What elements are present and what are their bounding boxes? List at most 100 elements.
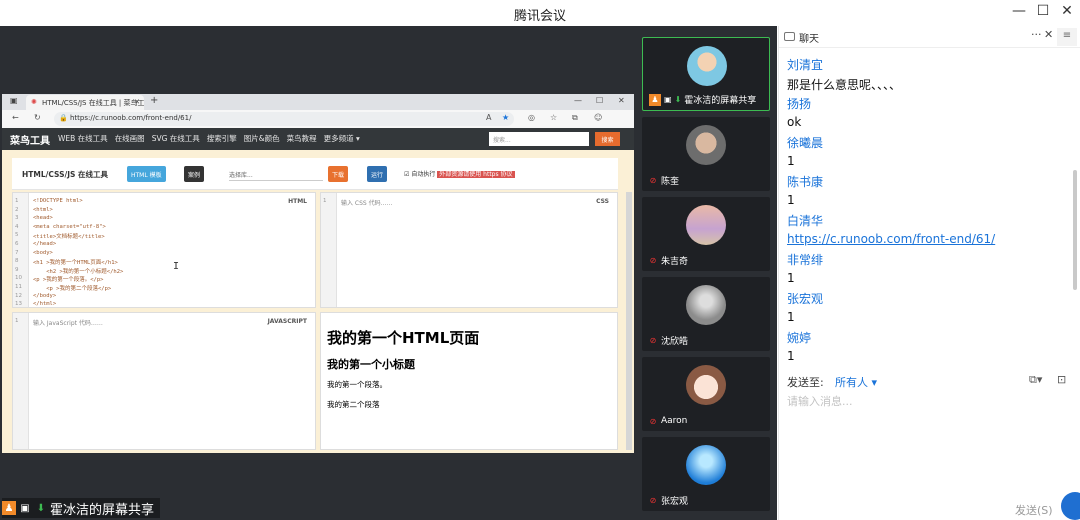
browser-maximize-icon[interactable]: ☐ [596,96,603,105]
chat-message-text: 1 [787,270,795,285]
menu-icon[interactable]: ≡ [1057,28,1077,46]
participant-tile[interactable]: ⊘ 陈奎 [642,117,770,191]
nav-item[interactable]: SVG 在线工具 [152,133,200,144]
preview-heading-1: 我的第一个HTML页面 [327,329,480,347]
line-number: 3 [15,215,19,222]
send-button[interactable]: 发送(S) [1015,502,1053,518]
line-number: 1 [15,318,19,324]
screenshot-icon[interactable]: ⊡ [1057,373,1066,386]
participant-scrollbar[interactable] [773,26,777,520]
html-editor[interactable]: HTML I 1 <!DOCTYPE html> 2 <html> 3 <head> 4 <m… [12,192,316,308]
participant-tile[interactable]: ♟ ▣ ⬇ 霍冰洁的屏幕共享 [642,37,770,111]
maximize-button[interactable]: ☐ [1033,3,1053,19]
browser-close-icon[interactable]: ✕ [618,96,625,105]
refresh-icon[interactable]: ↻ [34,113,41,122]
read-aloud-icon[interactable]: A [486,113,491,122]
nav-item[interactable]: 在线画图 [115,133,145,144]
participant-avatar [686,445,726,485]
nav-item[interactable]: 图片&颜色 [244,133,280,144]
participant-name: 沈欣皓 [661,337,689,347]
browser-tab[interactable]: ✺ HTML/CSS/JS 在线工具 | 菜鸟工具 ✕ [26,95,144,110]
host-icon: ♟ [649,93,661,106]
preview-paragraph-2: 我的第二个段落 [327,400,380,409]
browser-tab-bar: ▣ ✺ HTML/CSS/JS 在线工具 | 菜鸟工具 ✕ + — ☐ ✕ [2,94,634,110]
page-scrollbar[interactable] [626,192,632,450]
participant-avatar [686,125,726,165]
chat-message-text: 那是什么意思呢、、、、 [787,77,902,92]
shared-screen[interactable]: ▣ ✺ HTML/CSS/JS 在线工具 | 菜鸟工具 ✕ + — ☐ ✕ ← … [2,94,634,453]
checkbox-icon[interactable]: ☑ [404,171,409,178]
chat-message-text: ok [787,114,802,129]
code-line: </html> [33,301,57,308]
new-tab-icon[interactable]: + [150,95,158,106]
send-to-label: 发送至: [787,376,824,389]
nav-item[interactable]: 更多频道 ▾ [324,133,360,144]
favorites-icon[interactable]: ☆ [550,113,557,122]
participant-tile[interactable]: ⊘ Aaron [642,357,770,431]
browser-minimize-icon[interactable]: — [574,96,582,105]
participant-name: 霍冰洁的屏幕共享 [684,96,757,106]
preview-heading-2: 我的第一个小标题 [327,358,415,371]
participant-avatar [686,205,726,245]
chat-close-icon[interactable]: ✕ [1044,28,1053,41]
chat-message-text: 1 [787,153,795,168]
nav-item[interactable]: 菜鸟教程 [287,133,317,144]
js-placeholder: 输入 JavaScript 代码…… [33,320,103,327]
code-line: <html> [33,206,53,213]
chat-input[interactable]: 请输入消息... [787,393,853,409]
code-line: </body> [33,292,57,299]
participant-list: ♟ ▣ ⬇ 霍冰洁的屏幕共享 ⊘ 陈奎 ⊘ 朱吉奇 ⊘ 沈欣皓 ⊘ Aaron ⊘ 张宏观 [636,26,777,520]
star-icon[interactable]: ★ [502,113,509,122]
chat-sender-name: 白清华 [787,214,824,228]
back-icon[interactable]: ← [12,113,19,122]
send-to-select[interactable]: 所有人 ▾ [835,374,877,390]
assistant-avatar[interactable] [1061,492,1080,520]
chat-sender-name: 扬扬 [787,97,812,111]
library-select[interactable]: 选择库... [229,167,323,181]
participant-tile[interactable]: ⊘ 张宏观 [642,437,770,511]
nav-item[interactable]: 搜索引擎 [207,133,237,144]
https-notice: 外部资源请使用 https 协议 [437,171,515,178]
mic-muted-icon: ⊘ [649,176,657,185]
participant-name: 朱吉奇 [661,257,689,267]
folder-icon[interactable]: ⧉▾ [1029,373,1042,387]
download-button[interactable]: 下载 [328,166,349,182]
chat-message-text: 1 [787,192,795,207]
js-editor[interactable]: 1 输入 JavaScript 代码…… JAVASCRIPT [12,312,316,450]
chat-message-text: 1 [787,309,795,324]
window-title: 腾讯会议 [513,9,566,24]
tab-actions-icon: ▣ [10,96,18,105]
code-line: <meta charset="utf-8"> [33,223,106,230]
mic-on-icon: ⬇ [674,95,682,104]
line-number: 13 [15,301,22,308]
site-logo[interactable]: 菜鸟工具 [10,132,50,147]
examples-button[interactable]: 案例 [184,166,205,182]
code-line: <head> [33,215,53,222]
html-template-button[interactable]: HTML 模板 [127,166,166,182]
more-icon[interactable]: ··· [1031,28,1042,41]
participant-tile[interactable]: ⊘ 沈欣皓 [642,277,770,351]
css-editor[interactable]: 1 输入 CSS 代码…… CSS [320,192,618,308]
code-line: <p >我的第一个段落。</p> [33,277,104,284]
profile-icon[interactable]: ☺ [594,113,602,122]
participant-tile[interactable]: ⊘ 朱吉奇 [642,197,770,271]
chat-panel: 聊天 ··· ✕ ≡ 刘清宜 那是什么意思呢、、、、 扬扬 ok 徐曦晨 1 陈书康 1 白清华… [778,26,1080,520]
chat-message-link[interactable]: https://c.runoob.com/front-end/61/ [787,232,995,246]
auto-run-toggle[interactable]: ☑ 自动执行 外部资源请使用 https 协议 [404,169,515,178]
browser-address-bar: ← ↻ 🔒 https://c.runoob.com/front-end/61/… [2,110,634,128]
extension-icon[interactable]: ◎ [528,113,535,122]
chat-title: 聊天 [799,34,819,45]
tab-close-icon[interactable]: ✕ [134,98,140,106]
nav-item[interactable]: WEB 在线工具 [58,133,108,144]
close-button[interactable]: ✕ [1057,3,1077,19]
chat-scrollbar[interactable] [1073,170,1077,290]
chat-sender-name: 婉婷 [787,331,812,345]
minimize-button[interactable]: — [1009,3,1029,19]
url-field[interactable]: 🔒 https://c.runoob.com/front-end/61/ [54,112,514,126]
site-search-button[interactable]: 搜索 [595,132,620,146]
site-search-input[interactable]: 搜索... [489,132,589,146]
collections-icon[interactable]: ⧉ [572,113,578,123]
line-gutter [13,313,29,449]
run-button[interactable]: 运行 [367,166,388,182]
chat-sender-name: 陈书康 [787,175,824,189]
